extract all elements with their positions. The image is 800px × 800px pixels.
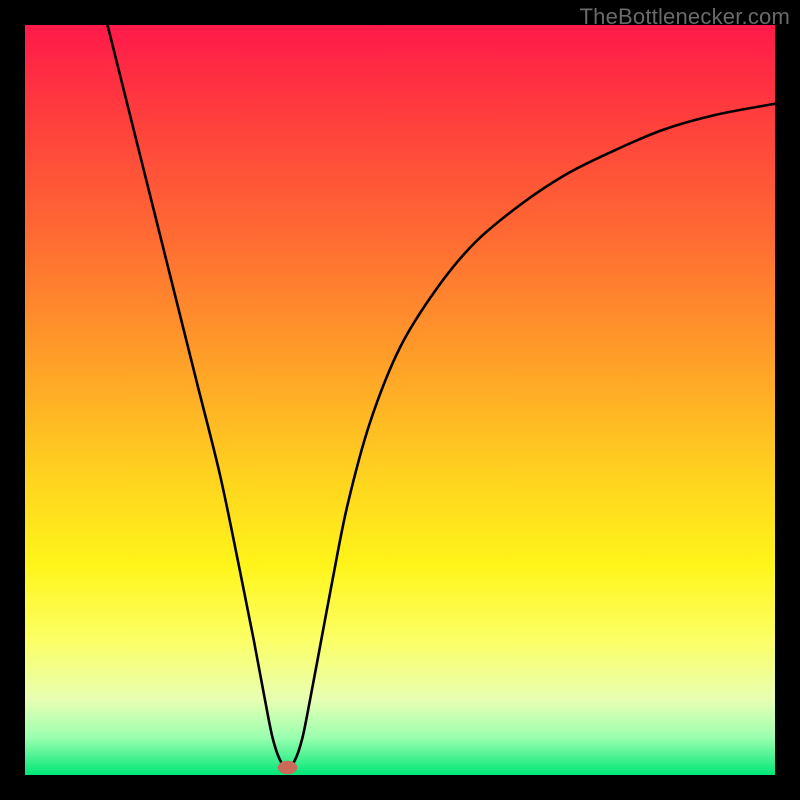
bottleneck-curve [108, 25, 776, 768]
chart-frame: TheBottlenecker.com [0, 0, 800, 800]
optimal-point-marker [278, 761, 298, 775]
chart-svg [25, 25, 775, 775]
plot-area [25, 25, 775, 775]
watermark-text: TheBottlenecker.com [580, 4, 790, 30]
